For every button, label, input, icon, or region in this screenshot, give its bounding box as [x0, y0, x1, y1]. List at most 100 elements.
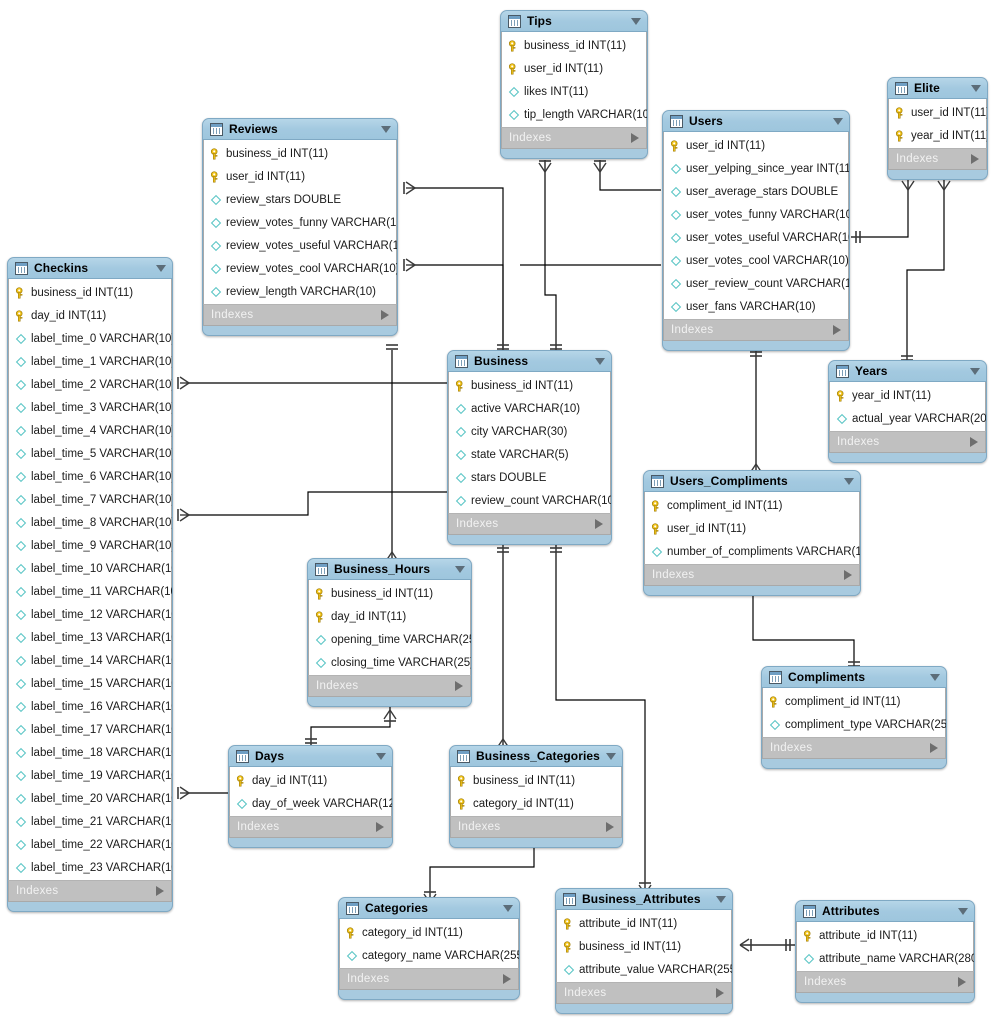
table-header[interactable]: Users_Compliments — [644, 471, 860, 492]
column-row[interactable]: state VARCHAR(5) — [449, 443, 610, 466]
chevron-right-icon[interactable] — [844, 570, 852, 580]
table-users[interactable]: Users user_id INT(11) user_yelping_since_y… — [662, 110, 850, 351]
column-row[interactable]: business_id INT(11) — [449, 374, 610, 397]
column-row[interactable]: closing_time VARCHAR(25) — [309, 651, 471, 674]
column-row[interactable]: user_id INT(11) — [502, 57, 646, 80]
column-row[interactable]: city VARCHAR(30) — [449, 420, 610, 443]
table-days[interactable]: Days day_id INT(11) day_of_week VARCHAR(12… — [228, 745, 393, 848]
chevron-down-icon[interactable] — [930, 673, 940, 681]
chevron-down-icon[interactable] — [844, 477, 854, 485]
table-header[interactable]: Years — [829, 361, 986, 382]
chevron-down-icon[interactable] — [631, 17, 641, 25]
column-row[interactable]: opening_time VARCHAR(25) — [309, 628, 471, 651]
chevron-right-icon[interactable] — [716, 988, 724, 998]
column-row[interactable]: label_time_13 VARCHAR(10) — [9, 626, 172, 649]
column-row[interactable]: active VARCHAR(10) — [449, 397, 610, 420]
chevron-right-icon[interactable] — [156, 886, 164, 896]
column-row[interactable]: label_time_3 VARCHAR(10) — [9, 396, 172, 419]
table-compliments[interactable]: Compliments compliment_id INT(11) complime… — [761, 666, 947, 769]
chevron-down-icon[interactable] — [833, 117, 843, 125]
table-indexes-bar[interactable]: Indexes — [644, 564, 860, 586]
table-business_hours[interactable]: Business_Hours business_id INT(11) day_id … — [307, 558, 472, 707]
column-row[interactable]: label_time_4 VARCHAR(10) — [9, 419, 172, 442]
table-header[interactable]: Business_Categories — [450, 746, 622, 767]
column-row[interactable]: label_time_5 VARCHAR(10) — [9, 442, 172, 465]
table-header[interactable]: Business — [448, 351, 611, 372]
chevron-down-icon[interactable] — [971, 84, 981, 92]
column-row[interactable]: user_id INT(11) — [889, 101, 987, 124]
table-header[interactable]: Users — [663, 111, 849, 132]
column-row[interactable]: business_id INT(11) — [502, 34, 646, 57]
chevron-down-icon[interactable] — [156, 264, 166, 272]
column-row[interactable]: compliment_id INT(11) — [763, 690, 945, 713]
table-indexes-bar[interactable]: Indexes — [762, 737, 946, 759]
table-tips[interactable]: Tips business_id INT(11) user_id INT(11) li… — [500, 10, 648, 159]
column-row[interactable]: label_time_8 VARCHAR(10) — [9, 511, 172, 534]
column-row[interactable]: user_id INT(11) — [645, 517, 859, 540]
column-row[interactable]: business_id INT(11) — [451, 769, 621, 792]
column-row[interactable]: review_length VARCHAR(10) — [204, 280, 396, 303]
column-row[interactable]: review_votes_cool VARCHAR(10) — [204, 257, 397, 280]
column-row[interactable]: label_time_22 VARCHAR(10) — [9, 833, 172, 856]
column-row[interactable]: attribute_value VARCHAR(255) — [557, 958, 732, 981]
table-header[interactable]: Reviews — [203, 119, 397, 140]
column-row[interactable]: label_time_6 VARCHAR(10) — [9, 465, 172, 488]
column-row[interactable]: user_yelping_since_year INT(11) — [664, 157, 849, 180]
table-indexes-bar[interactable]: Indexes — [888, 148, 987, 170]
er-diagram-canvas[interactable]: Tips business_id INT(11) user_id INT(11) li… — [0, 0, 998, 1021]
column-row[interactable]: attribute_id INT(11) — [557, 912, 731, 935]
column-row[interactable]: label_time_12 VARCHAR(10) — [9, 603, 172, 626]
chevron-right-icon[interactable] — [606, 822, 614, 832]
table-business_attributes[interactable]: Business_Attributes attribute_id INT(11) b… — [555, 888, 733, 1014]
column-row[interactable]: category_id INT(11) — [340, 921, 518, 944]
chevron-right-icon[interactable] — [958, 977, 966, 987]
column-row[interactable]: label_time_18 VARCHAR(10) — [9, 741, 172, 764]
column-row[interactable]: label_time_14 VARCHAR(10) — [9, 649, 172, 672]
column-row[interactable]: attribute_id INT(11) — [797, 924, 973, 947]
table-indexes-bar[interactable]: Indexes — [8, 880, 172, 902]
column-row[interactable]: year_id INT(11) — [889, 124, 987, 147]
column-row[interactable]: label_time_11 VARCHAR(10) — [9, 580, 172, 603]
column-row[interactable]: compliment_type VARCHAR(255) — [763, 713, 946, 736]
chevron-down-icon[interactable] — [381, 125, 391, 133]
column-row[interactable]: label_time_23 VARCHAR(10) — [9, 856, 172, 879]
column-row[interactable]: user_id INT(11) — [204, 165, 396, 188]
chevron-right-icon[interactable] — [970, 437, 978, 447]
column-row[interactable]: label_time_10 VARCHAR(10) — [9, 557, 172, 580]
table-categories[interactable]: Categories category_id INT(11) category_na… — [338, 897, 520, 1000]
column-row[interactable]: business_id INT(11) — [309, 582, 470, 605]
table-attributes[interactable]: Attributes attribute_id INT(11) attribute_… — [795, 900, 975, 1003]
column-row[interactable]: label_time_17 VARCHAR(10) — [9, 718, 172, 741]
column-row[interactable]: attribute_name VARCHAR(280) — [797, 947, 974, 970]
table-business_categories[interactable]: Business_Categories business_id INT(11) ca… — [449, 745, 623, 848]
column-row[interactable]: label_time_9 VARCHAR(10) — [9, 534, 172, 557]
table-indexes-bar[interactable]: Indexes — [308, 675, 471, 697]
column-row[interactable]: label_time_15 VARCHAR(10) — [9, 672, 172, 695]
table-header[interactable]: Attributes — [796, 901, 974, 922]
column-row[interactable]: user_votes_funny VARCHAR(10) — [664, 203, 849, 226]
table-users_compliments[interactable]: Users_Compliments compliment_id INT(11) us… — [643, 470, 861, 596]
column-row[interactable]: day_id INT(11) — [309, 605, 470, 628]
table-header[interactable]: Checkins — [8, 258, 172, 279]
table-years[interactable]: Years year_id INT(11) actual_year VARCHAR(… — [828, 360, 987, 463]
table-header[interactable]: Days — [229, 746, 392, 767]
chevron-right-icon[interactable] — [381, 310, 389, 320]
chevron-right-icon[interactable] — [455, 681, 463, 691]
table-checkins[interactable]: Checkins business_id INT(11) day_id INT(11… — [7, 257, 173, 912]
column-row[interactable]: user_review_count VARCHAR(10) — [664, 272, 849, 295]
column-row[interactable]: review_votes_funny VARCHAR(10) — [204, 211, 397, 234]
column-row[interactable]: compliment_id INT(11) — [645, 494, 859, 517]
table-indexes-bar[interactable]: Indexes — [663, 319, 849, 341]
chevron-down-icon[interactable] — [595, 357, 605, 365]
column-row[interactable]: label_time_16 VARCHAR(10) — [9, 695, 172, 718]
chevron-down-icon[interactable] — [606, 752, 616, 760]
table-indexes-bar[interactable]: Indexes — [796, 971, 974, 993]
chevron-right-icon[interactable] — [376, 822, 384, 832]
column-row[interactable]: user_average_stars DOUBLE — [664, 180, 848, 203]
table-reviews[interactable]: Reviews business_id INT(11) user_id INT(11… — [202, 118, 398, 336]
chevron-right-icon[interactable] — [595, 519, 603, 529]
column-row[interactable]: label_time_2 VARCHAR(10) — [9, 373, 172, 396]
chevron-down-icon[interactable] — [455, 565, 465, 573]
table-header[interactable]: Categories — [339, 898, 519, 919]
table-header[interactable]: Elite — [888, 78, 987, 99]
